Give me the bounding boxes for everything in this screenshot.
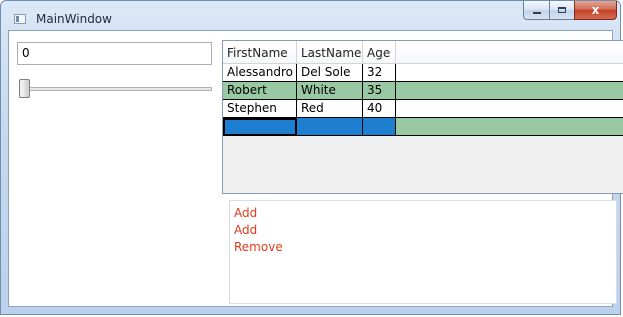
datagrid-header-row: FirstName LastName Age xyxy=(223,41,623,64)
cell-lastname[interactable]: White xyxy=(297,82,363,100)
minimize-button[interactable] xyxy=(523,1,549,20)
cell-age[interactable]: 32 xyxy=(363,64,396,82)
maximize-button[interactable] xyxy=(549,1,574,20)
value-textbox-text: 0 xyxy=(22,46,30,60)
list-item[interactable]: Add xyxy=(234,222,616,239)
cell-filler xyxy=(396,82,623,100)
title-bar[interactable]: MainWindow x xyxy=(1,1,622,31)
cell-filler xyxy=(396,118,623,136)
cell-firstname[interactable] xyxy=(223,118,297,136)
column-header-firstname[interactable]: FirstName xyxy=(223,41,297,64)
table-row[interactable]: Stephen Red 40 xyxy=(223,100,623,119)
column-header-lastname[interactable]: LastName xyxy=(297,41,363,64)
value-textbox[interactable]: 0 xyxy=(17,42,212,65)
close-icon: x xyxy=(591,3,600,17)
cell-firstname[interactable]: Alessandro xyxy=(223,64,297,82)
column-header-filler xyxy=(396,41,623,64)
people-datagrid[interactable]: FirstName LastName Age Alessandro Del So… xyxy=(222,40,623,194)
minimize-icon xyxy=(532,11,541,14)
maximize-icon xyxy=(558,7,566,13)
cell-lastname[interactable]: Red xyxy=(297,100,363,118)
window-title: MainWindow xyxy=(36,12,112,26)
list-item[interactable]: Add xyxy=(234,205,616,222)
cell-filler xyxy=(396,64,623,82)
slider-track[interactable] xyxy=(20,87,212,91)
list-item[interactable]: Remove xyxy=(234,239,616,256)
app-window-icon[interactable] xyxy=(14,14,26,24)
table-row[interactable]: Robert White 35 xyxy=(223,82,623,101)
new-item-row[interactable] xyxy=(223,118,623,137)
cell-age[interactable]: 35 xyxy=(363,82,396,100)
cell-firstname[interactable]: Stephen xyxy=(223,100,297,118)
cell-firstname[interactable]: Robert xyxy=(223,82,297,100)
cell-filler xyxy=(396,100,623,118)
close-button[interactable]: x xyxy=(574,1,617,20)
column-header-age[interactable]: Age xyxy=(363,41,396,64)
log-listbox[interactable]: Add Add Remove xyxy=(229,200,617,304)
table-row[interactable]: Alessandro Del Sole 32 xyxy=(223,64,623,83)
cell-age[interactable] xyxy=(363,118,396,136)
cell-lastname[interactable]: Del Sole xyxy=(297,64,363,82)
caption-buttons: x xyxy=(523,1,617,21)
cell-lastname[interactable] xyxy=(297,118,363,136)
cell-age[interactable]: 40 xyxy=(363,100,396,118)
slider-thumb[interactable] xyxy=(19,79,30,98)
